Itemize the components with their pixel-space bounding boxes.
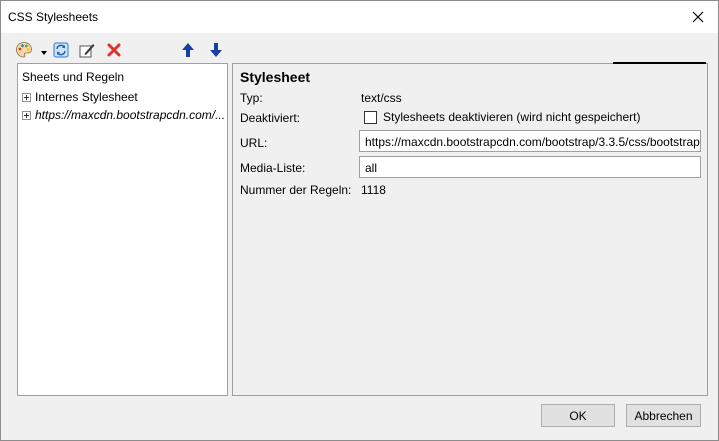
title-bar: CSS Stylesheets xyxy=(1,1,718,33)
section-title: Stylesheet xyxy=(240,69,311,85)
ok-button[interactable]: OK xyxy=(541,404,615,427)
divider xyxy=(613,62,706,64)
tree-header: Sheets und Regeln xyxy=(22,70,125,84)
tree-item-internal-stylesheet[interactable]: Internes Stylesheet xyxy=(22,89,138,105)
rule-count-value: 1118 xyxy=(361,183,386,197)
disable-stylesheets-checkbox-label[interactable]: Stylesheets deaktivieren (wird nicht ges… xyxy=(383,110,640,124)
palette-button[interactable] xyxy=(13,39,35,61)
expand-icon[interactable] xyxy=(22,92,31,102)
edit-button[interactable] xyxy=(76,39,98,61)
cancel-button[interactable]: Abbrechen xyxy=(626,404,701,427)
refresh-icon xyxy=(53,42,69,58)
palette-dropdown[interactable] xyxy=(40,46,48,55)
disable-stylesheets-checkbox[interactable] xyxy=(364,111,377,124)
type-label: Typ: xyxy=(240,91,263,105)
rule-count-label: Nummer der Regeln: xyxy=(240,183,352,197)
stylesheet-details-panel: Stylesheet Typ: text/css Deaktiviert: St… xyxy=(232,62,708,396)
toolbar xyxy=(13,39,228,61)
tree-item-label: Internes Stylesheet xyxy=(35,90,138,104)
delete-icon xyxy=(107,43,121,57)
move-up-button[interactable] xyxy=(177,39,199,61)
url-label: URL: xyxy=(240,136,268,150)
media-list-label: Media-Liste: xyxy=(240,161,306,175)
edit-icon xyxy=(79,44,95,58)
dropdown-caret-icon xyxy=(41,51,47,55)
sheets-tree[interactable]: Sheets und Regeln Internes Stylesheet ht… xyxy=(17,63,228,396)
tree-item-bootstrap-url[interactable]: https://maxcdn.bootstrapcdn.com/... xyxy=(22,107,225,123)
arrow-up-icon xyxy=(182,43,194,57)
palette-icon xyxy=(16,42,32,58)
window-title: CSS Stylesheets xyxy=(8,10,99,24)
arrow-down-icon xyxy=(210,43,222,57)
tree-item-label: https://maxcdn.bootstrapcdn.com/... xyxy=(35,108,226,122)
close-button[interactable] xyxy=(678,1,718,33)
expand-icon[interactable] xyxy=(22,110,31,120)
move-down-button[interactable] xyxy=(205,39,227,61)
media-list-field[interactable]: all xyxy=(359,156,701,178)
url-field[interactable]: https://maxcdn.bootstrapcdn.com/bootstra… xyxy=(359,130,701,152)
refresh-button[interactable] xyxy=(50,39,72,61)
type-value: text/css xyxy=(361,91,402,105)
disabled-label: Deaktiviert: xyxy=(240,111,301,125)
close-icon xyxy=(692,11,704,23)
css-stylesheets-dialog: CSS Stylesheets Sheets und Regeln Intern… xyxy=(0,0,719,441)
delete-button[interactable] xyxy=(103,39,125,61)
